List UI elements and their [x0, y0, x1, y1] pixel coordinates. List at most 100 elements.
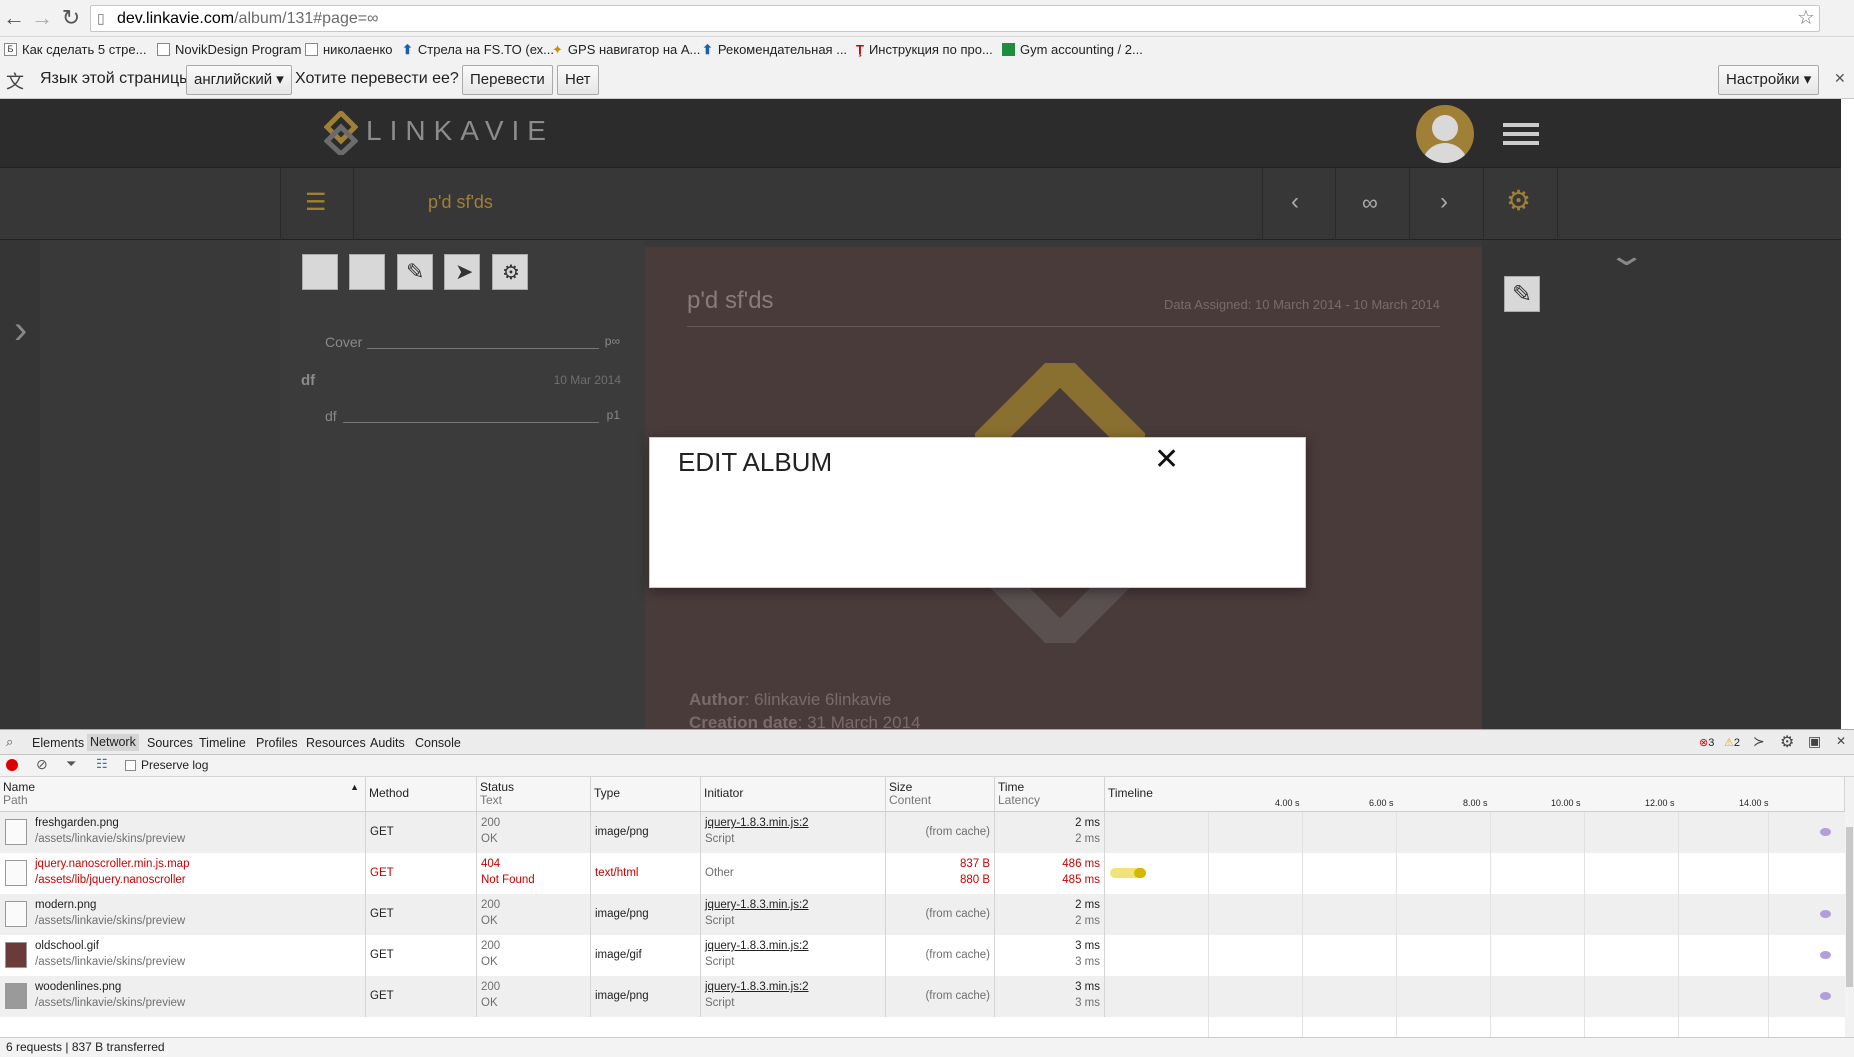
bookmark-item[interactable]: NovikDesign Program [157, 37, 301, 62]
chevron-right-icon[interactable]: › [14, 308, 27, 353]
settings-button[interactable]: ⚙ [1484, 168, 1558, 240]
tab-profiles[interactable]: Profiles [256, 736, 298, 750]
timeline-tick: 8.00 s [1463, 798, 1488, 808]
close-icon[interactable]: ✕ [1154, 445, 1179, 475]
warning-count[interactable]: ⚠2 [1724, 736, 1740, 749]
initiator-link[interactable]: jquery-1.8.3.min.js:2 [705, 940, 809, 952]
timeline-dot [1820, 910, 1831, 918]
initiator-link[interactable]: jquery-1.8.3.min.js:2 [705, 981, 809, 993]
toc-entry[interactable]: Cover p∞ [325, 334, 620, 350]
bookmark-item[interactable]: ✦ GPS навигатор на А... [552, 37, 700, 62]
spreadsheet-icon [1002, 43, 1015, 56]
close-icon[interactable]: ✕ [1836, 734, 1846, 748]
table-row[interactable]: modern.png/assets/linkavie/skins/preview… [0, 894, 1845, 935]
next-page-button[interactable]: › [1410, 168, 1484, 240]
tab-resources[interactable]: Resources [306, 736, 366, 750]
devtools-scrollbar[interactable] [1845, 777, 1854, 1037]
cell-size: 837 B 880 B [886, 853, 995, 894]
tab-sources[interactable]: Sources [147, 736, 193, 750]
avatar-body [1422, 143, 1468, 163]
close-icon[interactable]: ✕ [1834, 70, 1846, 87]
avatar[interactable] [1416, 105, 1474, 163]
tab-audits[interactable]: Audits [370, 736, 405, 750]
bookmark-item[interactable]: Ţ Инструкция по про... [856, 37, 993, 62]
edit-icon[interactable]: ✎ [397, 254, 433, 290]
address-bar[interactable]: ▯ dev.linkavie.com/album/131#page=∞ [90, 5, 1820, 32]
preserve-log-checkbox[interactable] [125, 760, 136, 771]
toc-section[interactable]: df 10 Mar 2014 [301, 372, 621, 389]
initiator-link[interactable]: jquery-1.8.3.min.js:2 [705, 899, 809, 911]
bookmark-item[interactable]: ⬆ Рекомендательная ... [702, 37, 847, 62]
bookmark-item[interactable]: Б Как сделать 5 стре... [4, 37, 146, 62]
translate-button[interactable]: Перевести [462, 65, 553, 95]
toc-toggle[interactable]: ☰ [280, 168, 354, 240]
no-translate-button[interactable]: Нет [557, 65, 599, 95]
cell-initiator: jquery-1.8.3.min.js:2 Script [701, 894, 886, 935]
page-indicator[interactable]: ∞ [1336, 168, 1410, 240]
author-value: : 6linkavie 6linkavie [744, 690, 892, 709]
console-drawer-icon[interactable]: ≻ [1753, 733, 1765, 750]
timeline-dot [1820, 992, 1831, 1000]
col-status[interactable]: Status Text [477, 777, 591, 812]
list-view-icon[interactable]: ☷ [96, 756, 108, 772]
cell-time: 3 ms 3 ms [995, 976, 1105, 1017]
cell-name: freshgarden.png/assets/linkavie/skins/pr… [0, 812, 366, 853]
document-icon[interactable] [349, 254, 385, 290]
cell-initiator: jquery-1.8.3.min.js:2 Script [701, 812, 886, 853]
prev-page-button[interactable]: ‹ [1262, 168, 1336, 240]
col-name[interactable]: Name Path ▲ [0, 777, 366, 812]
bookmark-item[interactable]: николаенко [305, 37, 393, 62]
table-row[interactable]: freshgarden.png/assets/linkavie/skins/pr… [0, 812, 1845, 853]
col-type[interactable]: Type [591, 777, 701, 812]
translate-settings-button[interactable]: Настройки ▾ [1718, 65, 1820, 95]
toc-entry[interactable]: df p1 [325, 408, 620, 424]
table-row[interactable]: jquery.nanoscroller.min.js.map/assets/li… [0, 853, 1845, 894]
initiator-link[interactable]: jquery-1.8.3.min.js:2 [705, 817, 809, 829]
col-initiator[interactable]: Initiator [701, 777, 886, 812]
cell-method: GET [366, 853, 477, 894]
bookmark-item[interactable]: ⬆ Стрела на FS.TO (ех... [402, 37, 554, 62]
clear-icon[interactable]: ⊘ [36, 756, 48, 773]
col-size[interactable]: Size Content [886, 777, 995, 812]
t-logo-icon: Ţ [856, 42, 864, 57]
network-summary: 6 requests | 837 B transferred [0, 1037, 1854, 1057]
col-timeline[interactable]: Timeline 4.00 s 6.00 s 8.00 s 10.00 s 12… [1105, 777, 1845, 812]
cell-initiator: jquery-1.8.3.min.js:2 Script [701, 976, 886, 1017]
tab-timeline[interactable]: Timeline [199, 736, 246, 750]
table-row[interactable]: oldschool.gif/assets/linkavie/skins/prev… [0, 935, 1845, 976]
filter-icon[interactable]: ⏷ [66, 756, 76, 772]
language-select[interactable]: английский ▾ [186, 65, 292, 95]
reload-icon[interactable]: ↻ [59, 6, 83, 30]
bookmark-item[interactable]: Gym accounting / 2... [1002, 37, 1143, 62]
timeline-gridline [1678, 812, 1679, 1037]
cell-method: GET [366, 935, 477, 976]
url-path: /album/131#page=∞ [234, 10, 379, 27]
col-timeline-label: Timeline [1108, 786, 1153, 800]
col-time[interactable]: Time Latency [995, 777, 1105, 812]
tab-network[interactable]: Network [87, 734, 139, 751]
cell-name: jquery.nanoscroller.min.js.map/assets/li… [0, 853, 366, 894]
add-page-icon[interactable] [302, 254, 338, 290]
tab-console[interactable]: Console [415, 736, 461, 750]
record-icon[interactable] [6, 759, 18, 771]
timeline-dot [1820, 828, 1831, 836]
timeline-tick: 12.00 s [1645, 798, 1675, 808]
scrollbar-thumb[interactable] [1846, 827, 1853, 987]
image-thumbnail-icon [5, 983, 27, 1009]
search-icon[interactable]: ⌕ [6, 734, 13, 750]
forward-arrow-icon[interactable]: → [30, 6, 54, 30]
cursor-icon[interactable]: ➤ [444, 254, 480, 290]
gear-icon[interactable]: ⚙ [492, 254, 528, 290]
hamburger-menu-icon[interactable] [1503, 123, 1539, 145]
table-row[interactable]: woodenlines.png/assets/linkavie/skins/pr… [0, 976, 1845, 1017]
back-arrow-icon[interactable]: ← [2, 6, 26, 30]
chevron-down-icon[interactable]: ⌄ [1606, 238, 1646, 273]
cell-size: (from cache) [886, 812, 995, 853]
bookmark-star-icon[interactable]: ☆ [1794, 6, 1818, 30]
tab-elements[interactable]: Elements [32, 736, 84, 750]
gear-icon[interactable]: ⚙ [1780, 732, 1794, 752]
edit-icon[interactable]: ✎ [1504, 276, 1540, 312]
dock-icon[interactable]: ▣ [1808, 733, 1821, 750]
error-count[interactable]: ⊗3 [1699, 736, 1714, 749]
col-method[interactable]: Method [366, 777, 477, 812]
